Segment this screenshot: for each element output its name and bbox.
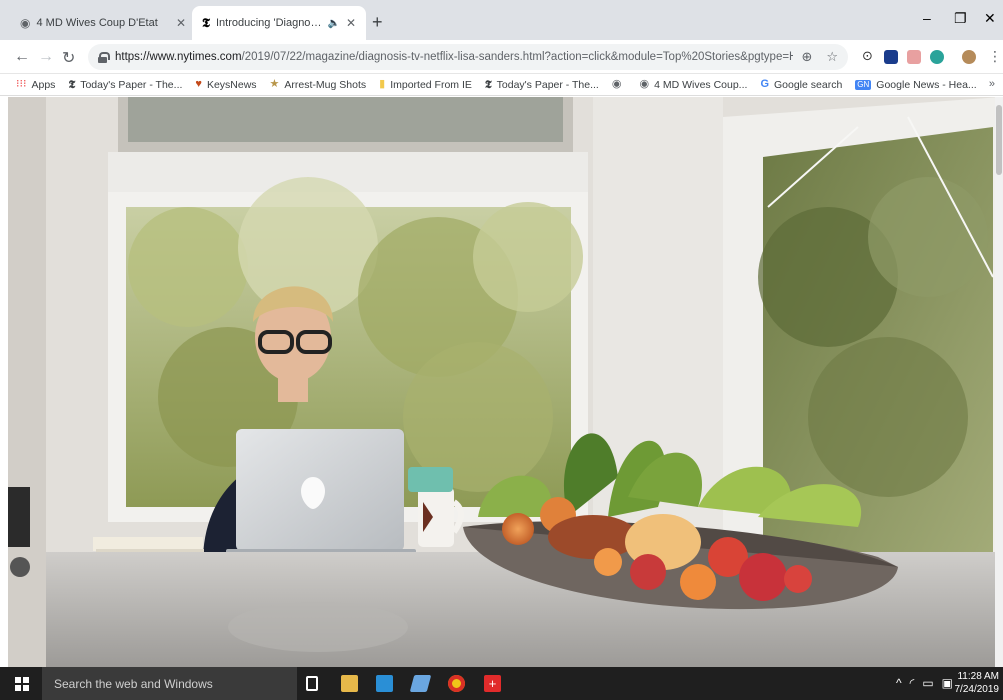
star-icon: ★: [269, 78, 280, 90]
browser-toolbar: ← → ↻ https://www.nytimes.com/2019/07/22…: [0, 40, 1003, 74]
menu-kebab-icon[interactable]: ⋮: [988, 48, 1002, 65]
back-arrow-icon[interactable]: ←: [14, 48, 30, 66]
edge-pen-icon[interactable]: [409, 675, 432, 692]
bookmark-arrest-mug-shots[interactable]: ★ Arrest-Mug Shots: [270, 79, 367, 91]
store-icon[interactable]: [376, 675, 393, 692]
lock-icon[interactable]: [98, 51, 110, 63]
folder-icon: ▮: [379, 78, 386, 90]
restore-button[interactable]: ❐: [954, 10, 967, 27]
bookmark-keysnews[interactable]: ♥ KeysNews: [195, 79, 256, 91]
zoom-icon[interactable]: ⊕: [801, 49, 812, 65]
google-icon: G: [760, 78, 769, 90]
google-news-icon: GN: [855, 79, 872, 90]
notification-extension-icon[interactable]: [930, 50, 944, 64]
file-explorer-icon[interactable]: [341, 675, 358, 692]
new-tab-button[interactable]: +: [372, 12, 383, 33]
windows-start-icon[interactable]: [15, 677, 29, 691]
bookmark-todays-paper-2[interactable]: 𝕿 Today's Paper - The...: [485, 79, 599, 91]
tab-close-icon[interactable]: ✕: [346, 16, 356, 30]
bookmark-globe[interactable]: ◉: [612, 79, 627, 90]
task-view-icon[interactable]: [306, 676, 318, 691]
system-tray: ^ ◜ ▭ ▣: [896, 676, 953, 690]
url-text[interactable]: https://www.nytimes.com/2019/07/22/magaz…: [115, 51, 793, 63]
globe-icon: ◉: [639, 78, 650, 90]
wifi-icon[interactable]: ◜: [910, 676, 915, 690]
chrome-icon[interactable]: [448, 675, 465, 692]
clock-date: 7/24/2019: [954, 684, 1000, 695]
notifications-icon[interactable]: ▣: [942, 676, 953, 690]
pdf-extension-icon[interactable]: [907, 50, 921, 64]
tab-title: Introducing 'Diagnosis,' a Ne: [215, 17, 322, 29]
bookmark-google-search[interactable]: G Google search: [760, 79, 842, 91]
windows-taskbar: Search the web and Windows + ^ ◜ ▭ ▣ 11:…: [0, 667, 1003, 700]
tray-chevron-up-icon[interactable]: ^: [896, 676, 902, 690]
bookmark-star-icon[interactable]: ☆: [826, 49, 838, 65]
bookmark-imported-from-ie[interactable]: ▮ Imported From IE: [379, 79, 472, 91]
battery-icon[interactable]: ▭: [922, 676, 933, 690]
taskbar-clock[interactable]: 11:28 AM 7/24/2019: [955, 670, 1000, 696]
speaker-icon[interactable]: 🔈: [327, 18, 339, 29]
page-scrollbar[interactable]: [995, 97, 1003, 667]
keysnews-icon: ♥: [195, 78, 202, 90]
nyt-icon: 𝕿: [484, 78, 492, 91]
nyt-icon: 𝕿: [202, 15, 210, 31]
bookmarks-bar: ⁝⁝⁝ Apps 𝕿 Today's Paper - The... ♥ Keys…: [0, 74, 1003, 96]
chart-extension-icon[interactable]: [884, 50, 898, 64]
globe-icon: ◉: [20, 16, 31, 30]
apps-grid-icon: ⁝⁝⁝: [16, 78, 27, 90]
close-window-button[interactable]: ✕: [984, 10, 996, 27]
tab-diagnosis[interactable]: 𝕿 Introducing 'Diagnosis,' a Ne 🔈 ✕: [192, 6, 366, 40]
tab-strip: ◉ 4 MD Wives Coup D'Etat ✕ 𝕿 Introducing…: [0, 0, 1003, 40]
globe-icon: ◉: [611, 78, 622, 90]
bookmark-google-news[interactable]: GN Google News - Hea...: [855, 79, 977, 91]
tab-title: 4 MD Wives Coup D'Etat: [36, 17, 158, 29]
clock-time: 11:28 AM: [957, 671, 999, 682]
nyt-icon: 𝕿: [68, 78, 76, 91]
bookmark-apps[interactable]: ⁝⁝⁝ Apps: [16, 79, 55, 91]
hero-photo: [8, 97, 1001, 667]
reload-icon[interactable]: ↻: [62, 48, 75, 68]
eye-extension-icon[interactable]: ⊙: [862, 48, 876, 63]
tab-close-icon[interactable]: ✕: [176, 16, 186, 30]
address-bar[interactable]: https://www.nytimes.com/2019/07/22/magaz…: [88, 44, 848, 70]
bookmarks-overflow-button[interactable]: »: [989, 78, 995, 90]
kitchen-scene-illustration: [8, 97, 1001, 667]
profile-avatar[interactable]: [962, 50, 976, 64]
swiss-app-icon[interactable]: +: [484, 675, 501, 692]
forward-arrow-icon[interactable]: →: [38, 48, 54, 66]
taskbar-search-input[interactable]: Search the web and Windows: [42, 667, 297, 700]
minimize-button[interactable]: –: [923, 10, 931, 26]
tab-md-wives[interactable]: ◉ 4 MD Wives Coup D'Etat ✕: [10, 6, 196, 40]
bookmark-md-wives[interactable]: ◉ 4 MD Wives Coup...: [639, 79, 747, 91]
bookmark-todays-paper[interactable]: 𝕿 Today's Paper - The...: [68, 79, 182, 91]
